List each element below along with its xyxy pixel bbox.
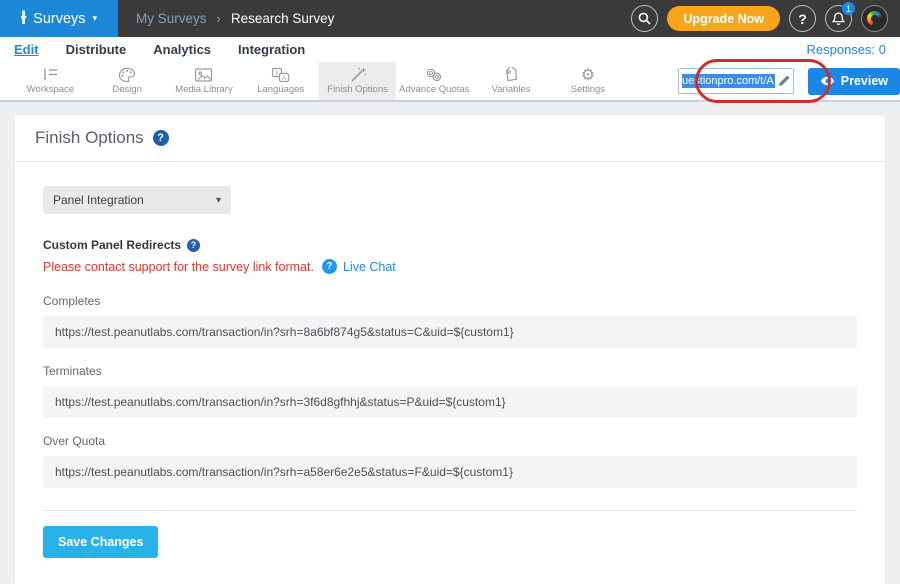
eye-icon: [820, 76, 835, 86]
edit-toolbar: Workspace Design Media Library xA Langua…: [0, 62, 900, 102]
top-header: Ɨ Surveys ▾ My Surveys › Research Survey…: [0, 0, 900, 37]
toolbar-item-label: Languages: [257, 84, 304, 95]
completes-field-group: Completes https://test.peanutlabs.com/tr…: [43, 294, 857, 348]
header-actions: Upgrade Now ? 1: [631, 5, 888, 32]
edit-pencil-icon[interactable]: [778, 75, 790, 87]
tab-distribute[interactable]: Distribute: [66, 42, 127, 57]
breadcrumb: My Surveys › Research Survey: [136, 11, 334, 26]
page-title: Finish Options: [35, 128, 144, 148]
breadcrumb-survey-name: Research Survey: [231, 11, 335, 26]
upgrade-now-button[interactable]: Upgrade Now: [667, 6, 780, 31]
breadcrumb-my-surveys[interactable]: My Surveys: [136, 11, 207, 26]
field-label-over-quota: Over Quota: [43, 434, 857, 448]
dropdown-selected-value: Panel Integration: [53, 193, 144, 207]
workspace-icon: [40, 67, 60, 83]
toolbar-item-label: Advance Quotas: [399, 84, 469, 95]
toolbar-item-label: Variables: [492, 84, 531, 95]
image-icon: [194, 67, 213, 83]
card-body: Panel Integration ▾ Custom Panel Redirec…: [15, 162, 885, 584]
avatar-logo-icon: [867, 11, 882, 26]
page: Ɨ Surveys ▾ My Surveys › Research Survey…: [0, 0, 900, 517]
finish-options-card: Finish Options ? Panel Integration ▾ Cus…: [15, 115, 885, 584]
toolbar-item-settings[interactable]: ⚙ Settings: [549, 62, 626, 100]
account-avatar[interactable]: [861, 5, 888, 32]
toolbar-item-variables[interactable]: Variables: [473, 62, 550, 100]
svg-text:x: x: [276, 71, 279, 77]
field-label-terminates: Terminates: [43, 364, 857, 378]
survey-url-text-clip: https://questionpro.com/t/A: [682, 74, 775, 88]
support-note-text: Please contact support for the survey li…: [43, 260, 314, 274]
toolbar-item-label: Media Library: [175, 84, 233, 95]
search-icon: [638, 12, 651, 25]
content-area: Finish Options ? Panel Integration ▾ Cus…: [0, 102, 900, 515]
questionpro-logo-icon: Ɨ: [21, 9, 26, 28]
svg-text:A: A: [282, 75, 287, 82]
translate-icon: xA: [271, 67, 290, 83]
product-name: Surveys: [33, 11, 85, 27]
over-quota-field-group: Over Quota https://test.peanutlabs.com/t…: [43, 434, 857, 488]
divider: [43, 510, 857, 511]
responses-count[interactable]: Responses: 0: [807, 42, 887, 57]
magic-wand-icon: [349, 67, 367, 83]
finish-option-type-select[interactable]: Panel Integration ▾: [43, 186, 231, 214]
tab-analytics[interactable]: Analytics: [153, 42, 211, 57]
toolbar-item-finish-options[interactable]: Finish Options: [319, 62, 396, 100]
card-header: Finish Options ?: [15, 115, 885, 162]
live-chat-icon[interactable]: ?: [322, 259, 337, 274]
save-changes-button[interactable]: Save Changes: [43, 526, 158, 558]
custom-panel-redirects-help-icon[interactable]: ?: [187, 239, 200, 252]
gear-icon: ⚙: [581, 68, 595, 83]
survey-url-input[interactable]: https://questionpro.com/t/A: [678, 68, 794, 94]
search-button[interactable]: [631, 5, 658, 32]
chain-link-icon: [425, 67, 443, 83]
palette-icon: [118, 67, 136, 83]
preview-button[interactable]: Preview: [808, 68, 900, 95]
nav-tabs: Edit Distribute Analytics Integration Re…: [0, 37, 900, 62]
toolbar-item-languages[interactable]: xA Languages: [242, 62, 319, 100]
support-note-row: Please contact support for the survey li…: [43, 259, 857, 274]
tag-icon: [503, 67, 520, 83]
chevron-down-icon: ▾: [216, 195, 221, 206]
terminates-field-group: Terminates https://test.peanutlabs.com/t…: [43, 364, 857, 418]
toolbar-item-label: Design: [112, 84, 142, 95]
chevron-down-icon: ▾: [93, 13, 98, 24]
notification-badge: 1: [842, 2, 855, 15]
tab-integration[interactable]: Integration: [238, 42, 305, 57]
toolbar-item-label: Finish Options: [327, 84, 388, 95]
preview-label: Preview: [841, 74, 888, 88]
product-switcher[interactable]: Ɨ Surveys ▾: [0, 0, 118, 37]
field-label-completes: Completes: [43, 294, 857, 308]
notifications-button[interactable]: 1: [825, 5, 852, 32]
terminates-url-input[interactable]: https://test.peanutlabs.com/transaction/…: [43, 386, 857, 418]
toolbar-item-media-library[interactable]: Media Library: [166, 62, 243, 100]
toolbar-item-label: Settings: [571, 84, 605, 95]
survey-url-selected-text: https://questionpro.com/t/A: [682, 74, 775, 88]
live-chat-link[interactable]: Live Chat: [343, 260, 396, 274]
over-quota-url-input[interactable]: https://test.peanutlabs.com/transaction/…: [43, 456, 857, 488]
finish-options-help-icon[interactable]: ?: [153, 130, 169, 146]
help-button[interactable]: ?: [789, 5, 816, 32]
custom-panel-redirects-row: Custom Panel Redirects ?: [43, 238, 857, 252]
toolbar-item-design[interactable]: Design: [89, 62, 166, 100]
breadcrumb-separator: ›: [217, 11, 221, 26]
bell-icon: [832, 12, 845, 26]
completes-url-input[interactable]: https://test.peanutlabs.com/transaction/…: [43, 316, 857, 348]
toolbar-item-workspace[interactable]: Workspace: [12, 62, 89, 100]
toolbar-item-label: Workspace: [27, 84, 74, 95]
tab-edit[interactable]: Edit: [14, 42, 39, 57]
toolbar-item-advance-quotas[interactable]: Advance Quotas: [396, 62, 473, 100]
section-label: Custom Panel Redirects: [43, 238, 181, 252]
